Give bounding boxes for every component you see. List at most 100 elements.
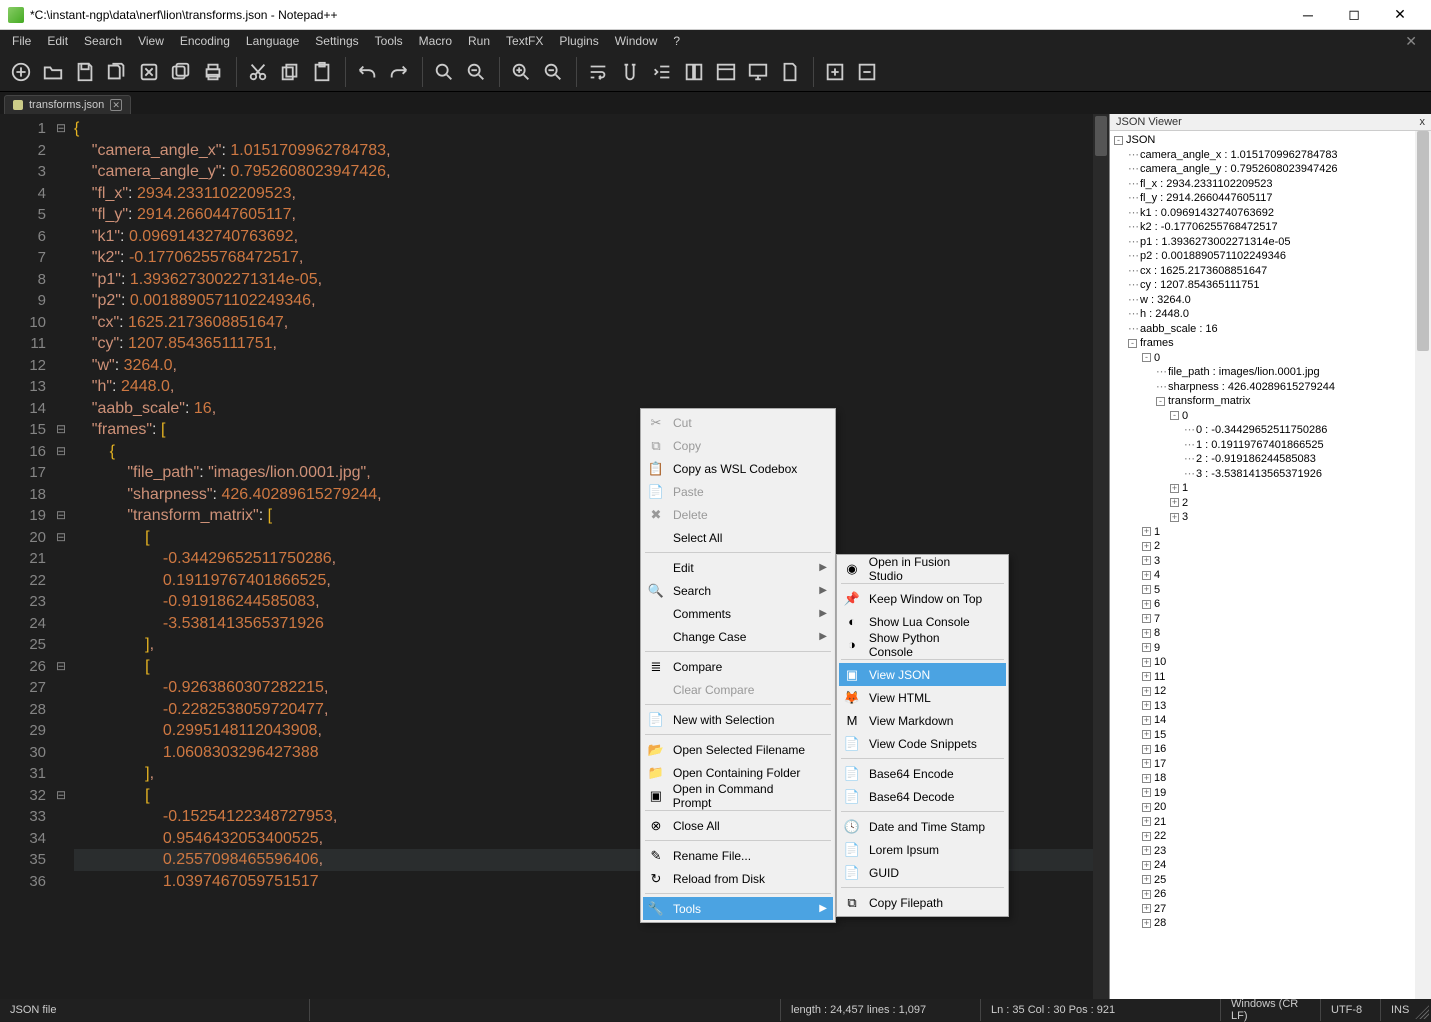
tree-frame[interactable]: +13	[1114, 699, 1427, 714]
tree-frame[interactable]: +28	[1114, 916, 1427, 931]
menu-file[interactable]: File	[4, 32, 39, 50]
ctx-change-case[interactable]: Change Case▶	[643, 625, 833, 648]
tree-prop[interactable]: ⋯fl_y : 2914.2660447605117	[1114, 191, 1427, 206]
ctx-rename-file-[interactable]: ✎Rename File...	[643, 844, 833, 867]
menu-run[interactable]: Run	[460, 32, 498, 50]
menu-encoding[interactable]: Encoding	[172, 32, 238, 50]
tree-prop[interactable]: ⋯p2 : 0.0018890571102249346	[1114, 249, 1427, 264]
menu-search[interactable]: Search	[76, 32, 130, 50]
menu-[interactable]: ?	[665, 32, 688, 50]
tree-prop[interactable]: ⋯k2 : -0.17706255768472517	[1114, 220, 1427, 235]
doc-icon[interactable]	[775, 57, 805, 87]
ctx-select-all[interactable]: Select All	[643, 526, 833, 549]
paste-icon[interactable]	[307, 57, 337, 87]
func-list-icon[interactable]	[711, 57, 741, 87]
ctx-view-json[interactable]: ▣View JSON	[839, 663, 1006, 686]
tree-frame[interactable]: +15	[1114, 728, 1427, 743]
tree-frame[interactable]: +9	[1114, 641, 1427, 656]
tree-prop[interactable]: ⋯k1 : 0.09691432740763692	[1114, 206, 1427, 221]
menu-textfx[interactable]: TextFX	[498, 32, 551, 50]
ctx-open-selected-filename[interactable]: 📂Open Selected Filename	[643, 738, 833, 761]
tree-frame[interactable]: +2	[1114, 539, 1427, 554]
tree-tm-val[interactable]: ⋯1 : 0.19119767401866525	[1114, 438, 1427, 453]
tree-prop[interactable]: ⋯w : 3264.0	[1114, 293, 1427, 308]
tree-frame[interactable]: +11	[1114, 670, 1427, 685]
tree-prop[interactable]: ⋯fl_x : 2934.2331102209523	[1114, 177, 1427, 192]
maximize-button[interactable]: ◻	[1331, 0, 1377, 30]
tree-frames[interactable]: -frames	[1114, 336, 1427, 351]
tree-frame[interactable]: +4	[1114, 568, 1427, 583]
macro-play-icon[interactable]	[852, 57, 882, 87]
redo-icon[interactable]	[384, 57, 414, 87]
tree-frame[interactable]: +5	[1114, 583, 1427, 598]
find-icon[interactable]	[429, 57, 459, 87]
close-button[interactable]: ✕	[1377, 0, 1423, 30]
close-all-icon[interactable]	[166, 57, 196, 87]
tree-filepath[interactable]: ⋯file_path : images/lion.0001.jpg	[1114, 365, 1427, 380]
indent-icon[interactable]	[647, 57, 677, 87]
tree-frame[interactable]: +26	[1114, 887, 1427, 902]
tree-frame[interactable]: +19	[1114, 786, 1427, 801]
open-file-icon[interactable]	[38, 57, 68, 87]
tree-tm-row[interactable]: +3	[1114, 510, 1427, 525]
ctx-show-python-console[interactable]: ◑Show Python Console	[839, 633, 1006, 656]
ctx-base64-encode[interactable]: 📄Base64 Encode	[839, 762, 1006, 785]
ctx-base64-decode[interactable]: 📄Base64 Decode	[839, 785, 1006, 808]
zoom-in-icon[interactable]	[506, 57, 536, 87]
tree-frame[interactable]: +20	[1114, 800, 1427, 815]
tree-frame[interactable]: +25	[1114, 873, 1427, 888]
tree-frame[interactable]: +21	[1114, 815, 1427, 830]
status-encoding[interactable]: UTF-8	[1321, 999, 1381, 1021]
replace-icon[interactable]	[461, 57, 491, 87]
ctx-tools[interactable]: 🔧Tools▶	[643, 897, 833, 920]
ctx-lorem-ipsum[interactable]: 📄Lorem Ipsum	[839, 838, 1006, 861]
tree-frame[interactable]: +27	[1114, 902, 1427, 917]
tree-frame[interactable]: +8	[1114, 626, 1427, 641]
ctx-date-and-time-stamp[interactable]: 🕓Date and Time Stamp	[839, 815, 1006, 838]
tree-frame[interactable]: +7	[1114, 612, 1427, 627]
tree-frame[interactable]: +1	[1114, 525, 1427, 540]
ctx-keep-window-on-top[interactable]: 📌Keep Window on Top	[839, 587, 1006, 610]
new-file-icon[interactable]	[6, 57, 36, 87]
minimize-button[interactable]: ─	[1285, 0, 1331, 30]
ctx-search[interactable]: 🔍Search▶	[643, 579, 833, 602]
json-panel-scrollbar[interactable]	[1415, 131, 1431, 999]
tab-close-icon[interactable]: ✕	[110, 99, 122, 111]
tree-tm-row[interactable]: +1	[1114, 481, 1427, 496]
tree-frame[interactable]: +10	[1114, 655, 1427, 670]
menu-tools[interactable]: Tools	[367, 32, 411, 50]
ctx-view-html[interactable]: 🦊View HTML	[839, 686, 1006, 709]
ctx-close-all[interactable]: ⊗Close All	[643, 814, 833, 837]
tree-tm-val[interactable]: ⋯3 : -3.5381413565371926	[1114, 467, 1427, 482]
tree-prop[interactable]: ⋯cx : 1625.2173608851647	[1114, 264, 1427, 279]
json-panel-close-icon[interactable]: x	[1420, 116, 1426, 128]
tree-tm-val[interactable]: ⋯0 : -0.34429652511750286	[1114, 423, 1427, 438]
tree-tm-val[interactable]: ⋯2 : -0.919186244585083	[1114, 452, 1427, 467]
tree-frame[interactable]: +12	[1114, 684, 1427, 699]
tree-prop[interactable]: ⋯cy : 1207.854365111751	[1114, 278, 1427, 293]
menu-edit[interactable]: Edit	[39, 32, 76, 50]
tree-prop[interactable]: ⋯camera_angle_x : 1.0151709962784783	[1114, 148, 1427, 163]
tree-frame[interactable]: +16	[1114, 742, 1427, 757]
tree-prop[interactable]: ⋯h : 2448.0	[1114, 307, 1427, 322]
resize-grip-icon[interactable]	[1415, 1005, 1429, 1019]
menu-macro[interactable]: Macro	[411, 32, 460, 50]
zoom-out-icon[interactable]	[538, 57, 568, 87]
ctx-view-code-snippets[interactable]: 📄View Code Snippets	[839, 732, 1006, 755]
menu-view[interactable]: View	[130, 32, 172, 50]
ctx-open-in-command-prompt[interactable]: ▣Open in Command Prompt	[643, 784, 833, 807]
json-tree[interactable]: -JSON⋯camera_angle_x : 1.015170996278478…	[1110, 131, 1431, 999]
cut-icon[interactable]	[243, 57, 273, 87]
tree-tm-row[interactable]: +2	[1114, 496, 1427, 511]
tree-prop[interactable]: ⋯p1 : 1.3936273002271314e-05	[1114, 235, 1427, 250]
ctx-copy-as-wsl-codebox[interactable]: 📋Copy as WSL Codebox	[643, 457, 833, 480]
ctx-edit[interactable]: Edit▶	[643, 556, 833, 579]
tree-frame[interactable]: +3	[1114, 554, 1427, 569]
menu-window[interactable]: Window	[607, 32, 666, 50]
tree-frame[interactable]: +18	[1114, 771, 1427, 786]
tree-tm[interactable]: -transform_matrix	[1114, 394, 1427, 409]
tab-transforms-json[interactable]: transforms.json ✕	[4, 95, 131, 114]
ctx-guid[interactable]: 📄GUID	[839, 861, 1006, 884]
ctx-reload-from-disk[interactable]: ↻Reload from Disk	[643, 867, 833, 890]
tree-frame[interactable]: +24	[1114, 858, 1427, 873]
